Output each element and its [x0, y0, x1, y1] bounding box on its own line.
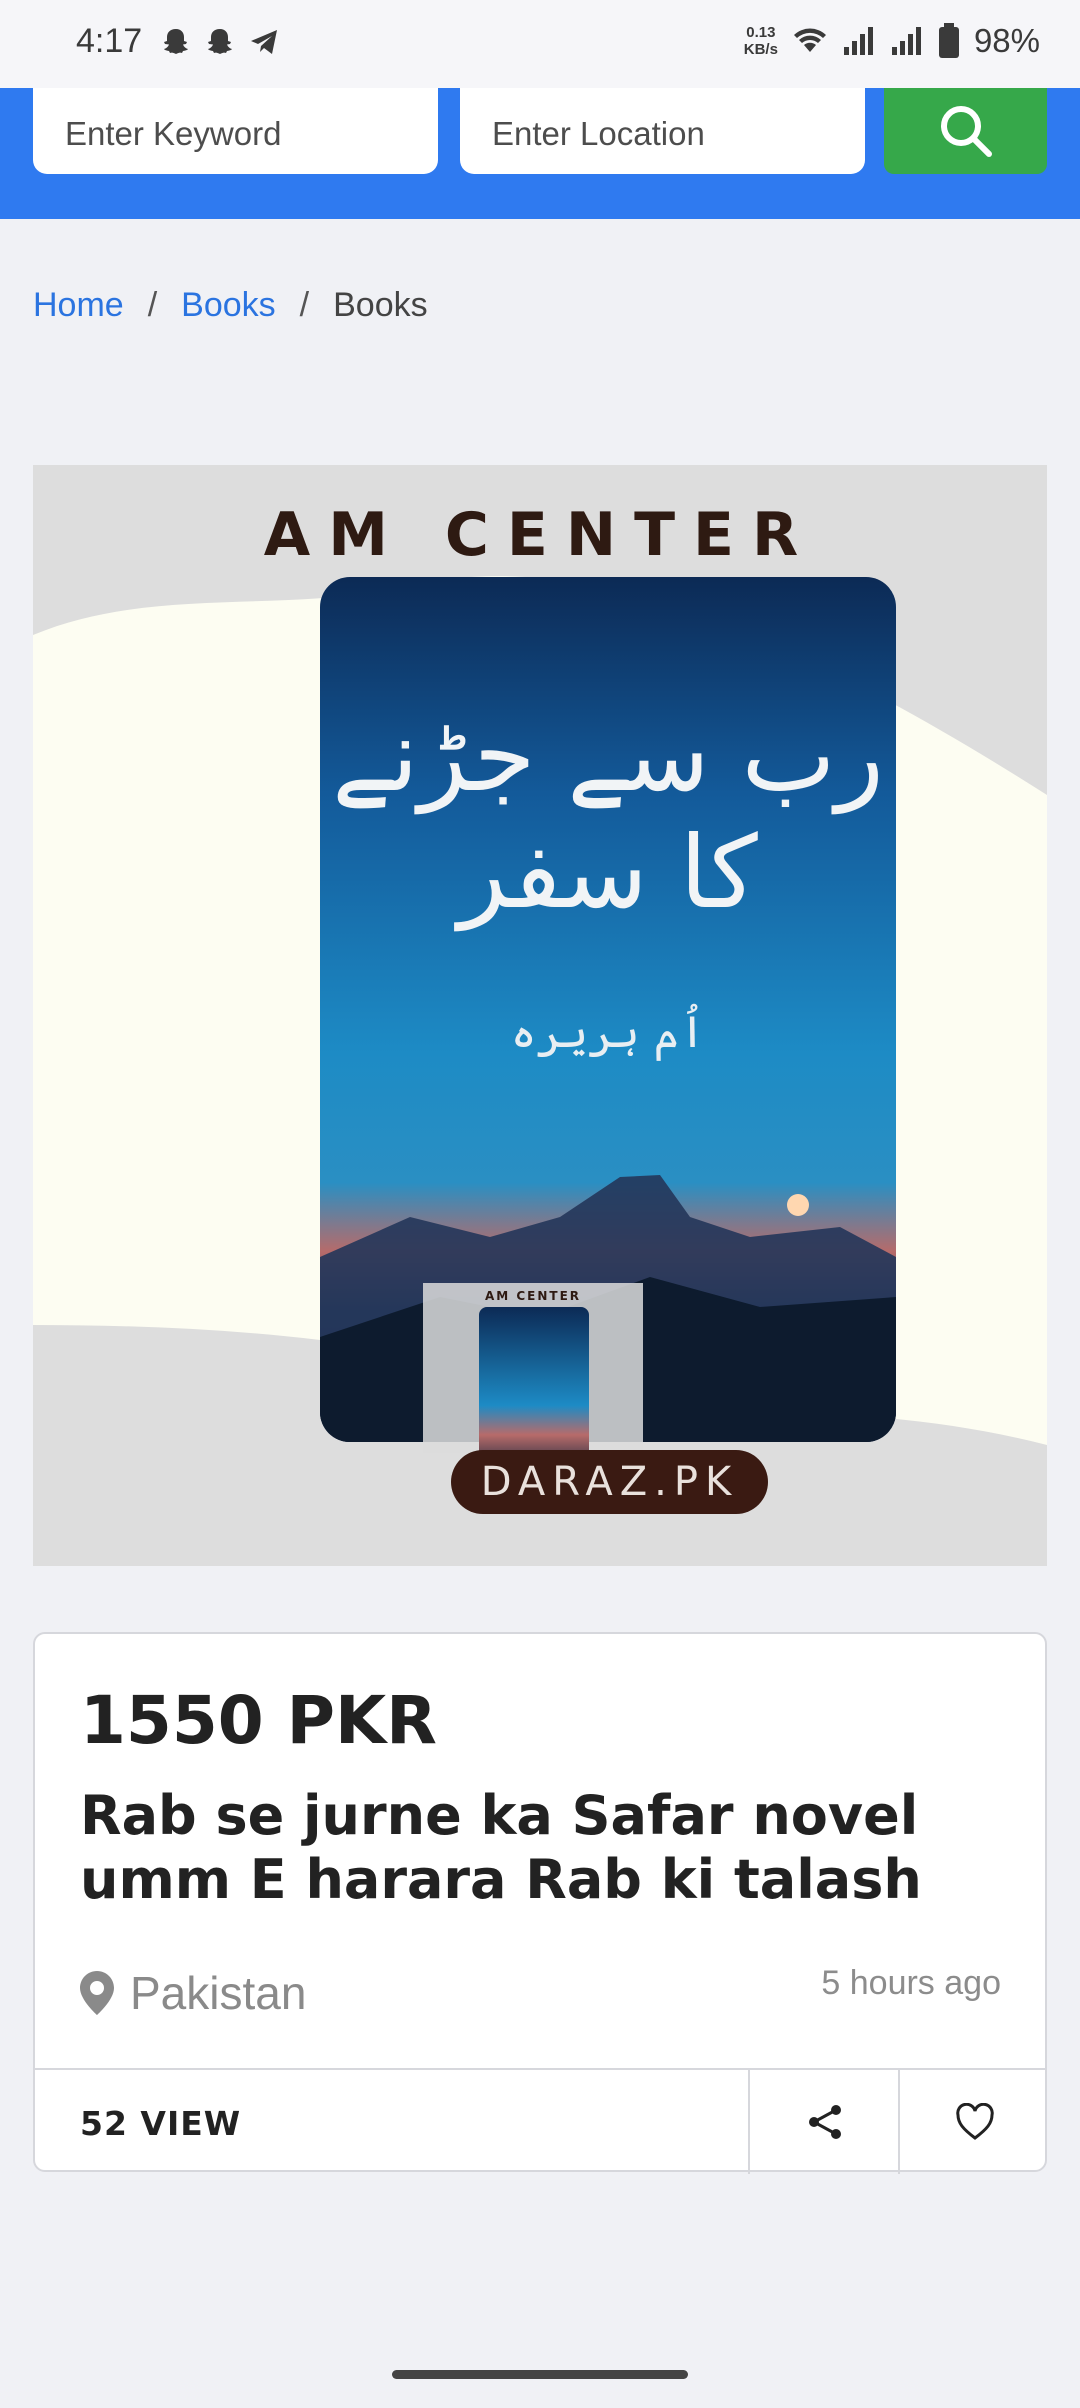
- search-icon: [940, 106, 992, 157]
- image-thumbnail: AM CENTER: [423, 1283, 643, 1471]
- status-time: 4:17: [76, 22, 143, 60]
- share-icon: [809, 2105, 841, 2139]
- card-footer: 52 VIEW: [35, 2068, 1045, 2174]
- keyword-input[interactable]: Enter Keyword: [33, 88, 438, 174]
- breadcrumb: Home / Books / Books: [33, 286, 428, 325]
- snapchat-icon: [164, 29, 188, 54]
- listing-location: Pakistan: [80, 1966, 306, 2020]
- location-text: Pakistan: [130, 1967, 307, 2019]
- product-image[interactable]: AM CENTER رب سے جڑنے کا سفر اُم ہریرہ AM…: [33, 465, 1047, 1566]
- net-speed: 0.13 KB/s: [743, 24, 778, 58]
- signal-icon: [891, 27, 921, 55]
- search-header: Enter Keyword Enter Location: [0, 88, 1080, 219]
- cover-title: رب سے جڑنے کا سفر: [332, 697, 884, 931]
- home-indicator[interactable]: [392, 2370, 688, 2379]
- signal-icon: [843, 27, 873, 55]
- brand-footer: DARAZ.PK: [451, 1450, 768, 1514]
- view-count: 52 VIEW: [80, 2104, 242, 2143]
- listing-title: Rab se jurne ka Safar novel umm E harara…: [80, 1784, 922, 1911]
- location-input[interactable]: Enter Location: [460, 88, 865, 174]
- share-button[interactable]: [748, 2070, 900, 2174]
- favorite-button[interactable]: [898, 2070, 1049, 2174]
- posted-time: 5 hours ago: [821, 1964, 1001, 2002]
- heart-icon: [955, 2103, 994, 2140]
- location-pin-icon: [80, 1971, 114, 2015]
- cover-author: اُم ہریرہ: [510, 1007, 706, 1058]
- breadcrumb-current: Books: [333, 286, 428, 324]
- breadcrumb-separator: /: [147, 286, 158, 324]
- battery-level: 98%: [973, 22, 1040, 59]
- thumbnail-brand: AM CENTER: [484, 1289, 582, 1303]
- status-right: 0.13 KB/s 98%: [744, 22, 1040, 60]
- wifi-icon: [793, 28, 826, 52]
- breadcrumb-books[interactable]: Books: [181, 286, 276, 325]
- breadcrumb-separator: /: [299, 286, 310, 324]
- thumbnail-cover: [479, 1307, 589, 1471]
- telegram-icon: [251, 30, 277, 54]
- listing-price: 1550 PKR: [80, 1682, 438, 1759]
- listing-card: 1550 PKR Rab se jurne ka Safar novel umm…: [33, 1632, 1047, 2174]
- search-button[interactable]: [884, 88, 1047, 174]
- snapchat-icon: [208, 29, 232, 54]
- notification-icons: [160, 26, 280, 58]
- breadcrumb-home[interactable]: Home: [33, 286, 124, 325]
- brand-title: AM CENTER: [263, 500, 817, 570]
- status-bar: 4:17 0.13 KB/s 98%: [0, 0, 1080, 88]
- battery-icon: [938, 23, 959, 58]
